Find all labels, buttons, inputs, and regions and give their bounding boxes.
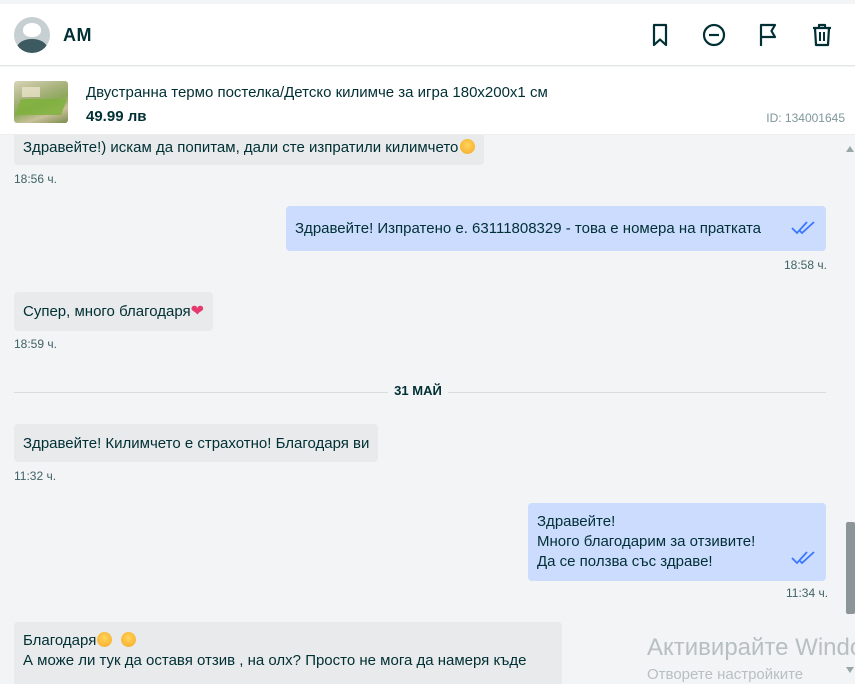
scroll-up-arrow-icon[interactable] xyxy=(846,146,854,152)
product-card[interactable]: Двустранна термо постелка/Детско килимче… xyxy=(0,67,855,135)
message-text: Супер, много благодаря xyxy=(23,303,191,320)
product-id: ID: 134001645 xyxy=(766,111,845,125)
message-bubble-outgoing: Здравейте! Изпратено е. 63111808329 - то… xyxy=(286,206,826,251)
message-line: Много благодарим за отзивите! xyxy=(537,533,756,550)
message-line: Благодаря xyxy=(23,632,97,649)
message-time: 18:56 ч. xyxy=(14,172,57,186)
thumbnail-detail xyxy=(22,87,40,97)
message-list: Здравейте!) искам да попитам, дали сте и… xyxy=(0,135,855,684)
message-bubble-incoming: Благодаря А може ли тук да оставя отзив … xyxy=(14,622,562,684)
message-time: 11:34 ч. xyxy=(786,586,829,600)
flag-icon[interactable] xyxy=(755,22,781,48)
message-text: Здравейте! Килимчето е страхотно! Благод… xyxy=(23,435,370,452)
username[interactable]: AM xyxy=(63,25,92,46)
avatar-head-shape xyxy=(23,23,41,37)
message-text: Здравейте!) искам да попитам, дали сте и… xyxy=(23,139,459,156)
message-bubble-outgoing: Здравейте! Много благодарим за отзивите!… xyxy=(528,503,826,581)
scroll-down-arrow-icon[interactable] xyxy=(846,667,854,673)
message-bubble-incoming: Здравейте!) искам да попитам, дали сте и… xyxy=(14,135,485,165)
product-thumbnail[interactable] xyxy=(14,81,68,123)
day-separator-label: 31 МАЙ xyxy=(388,383,448,398)
read-ticks-icon xyxy=(790,220,818,236)
message-time: 18:58 ч. xyxy=(784,258,827,272)
message-time: 18:59 ч. xyxy=(14,337,57,351)
chat-header: AM xyxy=(0,4,855,66)
message-text: Здравейте! Изпратено е. 63111808329 - то… xyxy=(295,220,762,237)
windows-activation-watermark: Активирайте Windows xyxy=(647,634,855,661)
message-bubble-incoming: Здравейте! Килимчето е страхотно! Благод… xyxy=(14,424,379,462)
read-ticks-icon xyxy=(790,550,818,566)
smile-emoji-icon xyxy=(120,632,136,647)
product-title[interactable]: Двустранна термо постелка/Детско килимче… xyxy=(86,84,548,101)
heart-emoji-icon: ❤ xyxy=(190,303,205,320)
message-line: Да се ползва със здраве! xyxy=(537,553,713,570)
scrollbar-thumb[interactable] xyxy=(846,522,855,614)
block-icon[interactable] xyxy=(701,22,727,48)
message-line: Здравейте! xyxy=(537,513,616,530)
trash-icon[interactable] xyxy=(809,22,835,48)
product-price: 49.99 лв xyxy=(86,108,147,125)
avatar[interactable] xyxy=(14,17,50,53)
message-line: А може ли тук да оставя отзив , на олх? … xyxy=(23,652,527,669)
avatar-body-shape xyxy=(17,39,47,53)
message-bubble-incoming: Супер, много благодаря❤ xyxy=(14,292,214,331)
thumbnail-detail xyxy=(15,99,67,115)
windows-activation-watermark-subtext: Отворете настройките xyxy=(647,666,804,683)
bookmark-icon[interactable] xyxy=(647,22,673,48)
smile-emoji-icon xyxy=(460,139,476,154)
smile-emoji-icon xyxy=(97,632,113,647)
message-time: 11:32 ч. xyxy=(14,469,57,483)
